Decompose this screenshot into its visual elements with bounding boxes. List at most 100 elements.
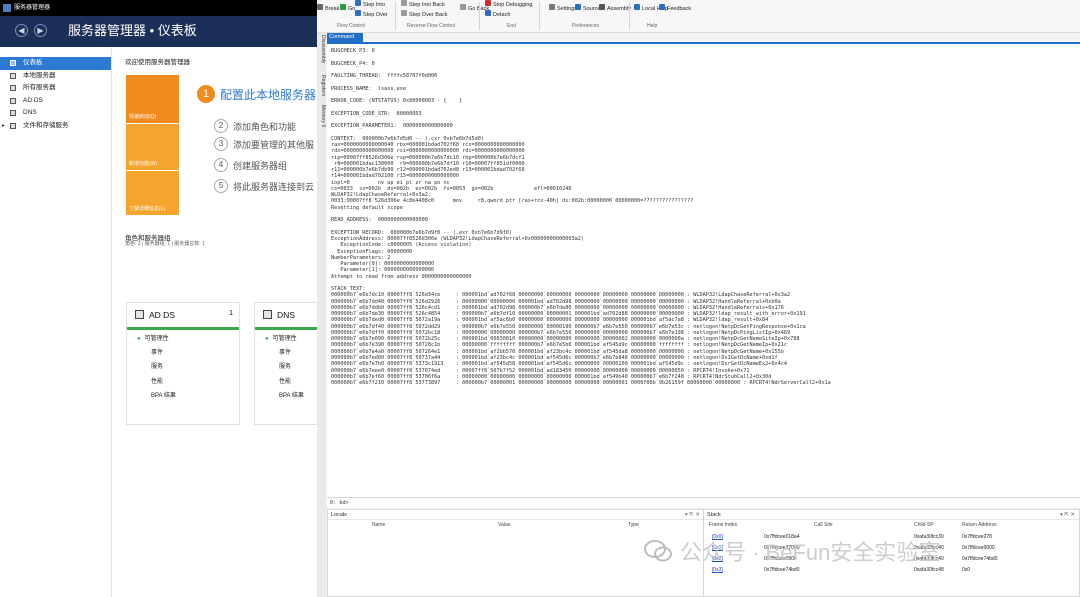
whats-new-tile[interactable]: 新增功能(W) bbox=[126, 124, 179, 170]
sidebar-item[interactable]: AD DS bbox=[0, 95, 111, 108]
side-tab[interactable]: Disassembly bbox=[317, 35, 326, 63]
card-row[interactable]: 性能 bbox=[151, 376, 163, 385]
stack-title: Stack bbox=[707, 512, 721, 518]
card-row-label: 可管理性 bbox=[272, 336, 297, 342]
sidebar-item[interactable]: 本地服务器 bbox=[0, 70, 111, 83]
ribbon-button[interactable]: Source bbox=[575, 4, 600, 12]
card-row[interactable]: 事件 bbox=[279, 347, 291, 356]
stack-cell: 0x7ffdcee0000 bbox=[962, 545, 995, 551]
ribbon-group-label: Flow Control bbox=[337, 23, 366, 29]
card-row-label: 服务 bbox=[151, 364, 164, 370]
ribbon-button[interactable]: Step Over bbox=[355, 10, 388, 18]
card-row[interactable]: 性能 bbox=[279, 376, 291, 385]
configure-local-server-link[interactable]: 配置此本地服务器 bbox=[220, 86, 316, 103]
card-row-label: 服务 bbox=[279, 364, 292, 370]
sidebar-item[interactable]: DNS bbox=[0, 107, 111, 120]
sidebar-item[interactable]: 所有服务器 bbox=[0, 82, 111, 95]
column-header[interactable]: Return Address bbox=[962, 522, 996, 528]
ribbon-group-label: Preferences bbox=[572, 23, 599, 29]
ribbon-button-label: Feedback bbox=[667, 6, 692, 12]
column-header[interactable]: Type bbox=[628, 522, 639, 528]
pane-controls-icon[interactable]: ▾ ⇱ ✕ bbox=[1060, 510, 1075, 520]
card-row[interactable]: 服务 bbox=[279, 361, 291, 370]
server-manager-window: 服务器管理器 ◀ ▶ 服务器管理器 • 仪表板 仪表板 本地服务器 所有服务器 AD … bbox=[0, 0, 317, 597]
dashboard-icon bbox=[10, 60, 16, 66]
task-label: 添加角色和功能 bbox=[233, 122, 297, 132]
config-step-number: 1 bbox=[197, 85, 215, 103]
card-row[interactable]: BPA 结果 bbox=[151, 390, 176, 399]
quick-start-label: 快速启动(Q) bbox=[129, 114, 157, 120]
card-row[interactable]: ● 可管理性 bbox=[265, 333, 297, 342]
ribbon-separator bbox=[539, 2, 540, 30]
ribbon-button[interactable]: Assembly bbox=[599, 4, 631, 12]
welcome-title: 欢迎使用服务器管理器 bbox=[125, 59, 190, 66]
role-card[interactable]: DNS ● 可管理性事件服务性能 BPA 结果 bbox=[254, 302, 317, 425]
column-header[interactable]: Child-SP bbox=[914, 522, 934, 528]
ribbon-button[interactable]: Detach bbox=[485, 10, 510, 18]
step-over-icon bbox=[355, 10, 361, 16]
ribbon-group-label: End bbox=[507, 23, 516, 29]
card-title: AD DS bbox=[149, 310, 175, 320]
learn-more-tile[interactable]: 了解详细信息(L) bbox=[126, 171, 179, 215]
ribbon-button-label: Assembly bbox=[607, 6, 631, 12]
ribbon-button[interactable]: Settings bbox=[549, 4, 577, 12]
ribbon-button[interactable]: Step Into bbox=[355, 0, 385, 8]
ok-icon: ● bbox=[265, 336, 269, 342]
stack-header: Stack ▾ ⇱ ✕ bbox=[704, 510, 1079, 520]
card-header[interactable]: AD DS 1 bbox=[127, 303, 239, 327]
servers-icon bbox=[10, 85, 16, 91]
tab-command[interactable]: Command bbox=[327, 33, 363, 42]
ribbon-button[interactable]: Break bbox=[317, 4, 339, 12]
command-line: 000000b7`e6b7dd40 00007ff8`526d2926 : 00… bbox=[331, 298, 781, 305]
forward-arrow-icon[interactable]: ▶ bbox=[34, 24, 47, 37]
learn-more-label: 了解详细信息(L) bbox=[129, 206, 166, 212]
wechat-icon bbox=[644, 540, 672, 562]
column-header[interactable]: Frame Index bbox=[709, 522, 737, 528]
ok-icon: ● bbox=[137, 336, 141, 342]
card-row[interactable]: 事件 bbox=[151, 347, 163, 356]
sidebar-item[interactable]: 仪表板 bbox=[0, 57, 111, 70]
sidebar-item[interactable]: ▸ 文件和存储服务 bbox=[0, 120, 111, 133]
stack-cell: 0xafa30fcc48 bbox=[914, 567, 944, 573]
side-tab[interactable]: Registers bbox=[317, 75, 326, 96]
card-row-label: 性能 bbox=[279, 379, 292, 385]
ribbon-button-label: Step Into bbox=[363, 2, 386, 8]
expand-arrow-icon[interactable]: ▸ bbox=[2, 120, 5, 133]
page-title: 服务器管理器 • 仪表板 bbox=[68, 23, 197, 38]
dashboard-main: 欢迎使用服务器管理器 快速启动(Q) 新增功能(W) 了解详细信息(L) 1 配… bbox=[113, 47, 317, 597]
ribbon-button-label: Detach bbox=[493, 12, 511, 18]
quick-start-tile[interactable]: 快速启动(Q) bbox=[126, 75, 179, 123]
task-label: 将此服务器连接到云 bbox=[233, 182, 315, 192]
pane-controls-icon[interactable]: ▾ ⇱ ✕ bbox=[685, 510, 700, 520]
side-tab[interactable]: Memory 0 bbox=[317, 105, 326, 127]
ribbon-separator bbox=[629, 2, 630, 30]
ribbon-button[interactable]: Feedback bbox=[659, 4, 691, 12]
stack-cell: 0x0 bbox=[962, 567, 971, 573]
ribbon-button[interactable]: Step Into Back bbox=[401, 0, 445, 8]
ribbon-button[interactable]: Step Over Back bbox=[401, 10, 448, 18]
ribbon-button[interactable]: Stop Debugging bbox=[485, 0, 532, 8]
card-header[interactable]: DNS bbox=[255, 303, 317, 327]
card-row[interactable]: 服务 bbox=[151, 361, 163, 370]
card-row[interactable]: ● 可管理性 bbox=[137, 333, 169, 342]
stack-cell[interactable]: [0x3] bbox=[712, 567, 723, 573]
task-label: 添加要管理的其他服 bbox=[233, 140, 315, 150]
dns-icon bbox=[10, 110, 16, 116]
command-input[interactable]: 0: kd> bbox=[327, 497, 1080, 507]
back-arrow-icon[interactable]: ◀ bbox=[15, 24, 28, 37]
command-line: 000000b7`e6b7dc10 00007ff8`526d34ce : 00… bbox=[331, 292, 791, 299]
ribbon-button[interactable]: Go bbox=[340, 4, 355, 12]
role-card[interactable]: AD DS 1 ● 可管理性事件服务性能 BPA 结果 bbox=[126, 302, 240, 425]
column-header[interactable]: Call Site bbox=[814, 522, 833, 528]
go-back-icon bbox=[460, 4, 466, 10]
column-header[interactable]: Value bbox=[498, 522, 510, 528]
task-label: 创建服务器组 bbox=[233, 161, 288, 171]
card-title: DNS bbox=[277, 310, 295, 320]
windbg-window: Break Go Step Into Step Over Step Into Back S… bbox=[317, 0, 1080, 597]
card-row-label: 可管理性 bbox=[144, 336, 169, 342]
ribbon-button-label: Step Into Back bbox=[409, 2, 445, 8]
sidebar-item-label: 本地服务器 bbox=[23, 71, 56, 79]
card-row[interactable]: BPA 结果 bbox=[279, 390, 304, 399]
sidebar-item-label: 所有服务器 bbox=[23, 84, 56, 91]
column-header[interactable]: Name bbox=[372, 522, 385, 528]
